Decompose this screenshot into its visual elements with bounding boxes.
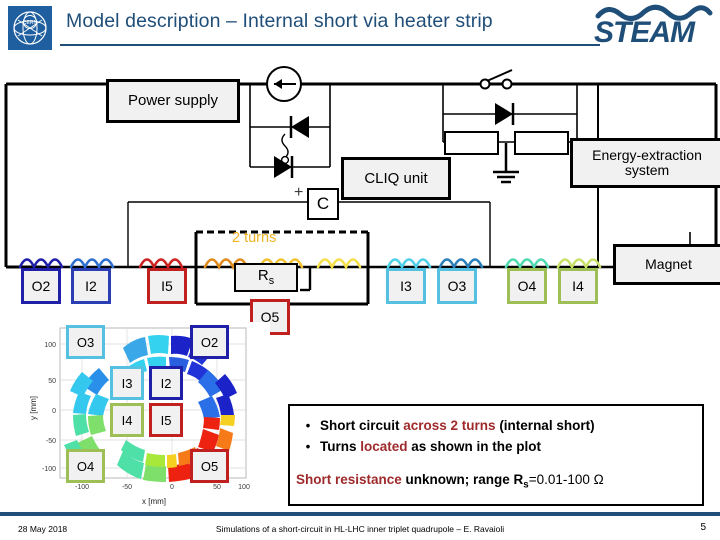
svg-text:-50: -50 — [46, 438, 56, 445]
bullet-icon: • — [305, 438, 311, 454]
plot-label-i5: I5 — [149, 403, 183, 437]
page-title: Model description – Internal short via h… — [66, 10, 493, 32]
plot-label-i4: I4 — [110, 403, 144, 437]
coil-tag-i2: I2 — [71, 268, 111, 304]
svg-text:50: 50 — [48, 378, 56, 385]
bullet-text: Turns located as shown in the plot — [320, 437, 694, 458]
two-turns-label: 2 turns — [232, 230, 277, 246]
plot-label-o4: O4 — [66, 449, 105, 483]
bullet-list: • Short circuit across 2 turns (internal… — [296, 416, 694, 458]
footer-title: Simulations of a short-circuit in HL-LHC… — [215, 524, 505, 534]
svg-text:0: 0 — [170, 484, 174, 491]
cliq-unit-box: CLIQ unit — [341, 157, 451, 200]
power-supply-box: Power supply — [106, 79, 240, 123]
coil-tag-i4: I4 — [558, 268, 598, 304]
magnet-cross-section-plot: 100 50 0 -50 -100 -100 -50 0 50 100 x [m… — [22, 322, 270, 512]
plot-label-i2: I2 — [149, 366, 183, 400]
plot-label-i3: I3 — [110, 366, 144, 400]
plot-label-o3: O3 — [66, 325, 105, 359]
energy-extraction-box: Energy-extraction system — [570, 138, 720, 188]
plot-label-o2: O2 — [190, 325, 229, 359]
svg-text:0: 0 — [52, 408, 56, 415]
svg-text:STEAM: STEAM — [594, 16, 696, 48]
statement-tail: =0.01-100 Ω — [528, 472, 604, 487]
steam-logo-icon: STEAM — [590, 2, 716, 48]
capacitor-polarity: + — [294, 184, 304, 201]
capacitor-symbol: C — [307, 188, 339, 220]
footer-rule — [0, 512, 720, 516]
svg-text:-100: -100 — [75, 484, 89, 491]
bullet-part: (internal short) — [495, 418, 595, 433]
notes-box: • Short circuit across 2 turns (internal… — [288, 404, 704, 506]
slide: CERN Model description – Internal short … — [0, 0, 720, 540]
statement-highlight: Short resistance — [296, 472, 402, 487]
cern-logo-icon: CERN — [8, 6, 52, 50]
short-resistance-statement: Short resistance unknown; range Rs=0.01-… — [296, 472, 696, 491]
list-item: • Turns located as shown in the plot — [296, 437, 694, 458]
bullet-text: Short circuit across 2 turns (internal s… — [320, 416, 694, 437]
bullet-part: Turns — [320, 438, 361, 454]
footer-page-number: 5 — [700, 522, 706, 533]
svg-text:100: 100 — [44, 342, 56, 349]
bullet-part: as shown in the plot — [407, 438, 542, 454]
bullet-part-highlight: located — [360, 438, 408, 454]
coil-tag-o2: O2 — [21, 268, 61, 304]
svg-text:100: 100 — [238, 484, 250, 491]
svg-text:-50: -50 — [122, 484, 132, 491]
short-resistor-box: Rs — [234, 263, 298, 292]
list-item: • Short circuit across 2 turns (internal… — [296, 416, 694, 437]
coil-tag-o4: O4 — [507, 268, 547, 304]
bullet-part-highlight: across 2 turns — [403, 418, 496, 433]
coil-tag-i3: I3 — [386, 268, 426, 304]
magnet-box: Magnet — [613, 244, 720, 285]
bullet-part: Short circuit — [320, 418, 404, 433]
coil-tag-i5: I5 — [147, 268, 187, 304]
svg-text:y [mm]: y [mm] — [29, 396, 38, 420]
svg-text:CERN: CERN — [23, 20, 38, 26]
plot-label-o5: O5 — [190, 449, 229, 483]
svg-text:x [mm]: x [mm] — [142, 497, 166, 506]
svg-text:-100: -100 — [42, 466, 56, 473]
svg-text:50: 50 — [213, 484, 221, 491]
statement-rest: unknown; range R — [401, 472, 524, 487]
bullet-icon: • — [305, 418, 311, 433]
coil-tag-o3: O3 — [437, 268, 477, 304]
title-underline — [60, 44, 600, 46]
